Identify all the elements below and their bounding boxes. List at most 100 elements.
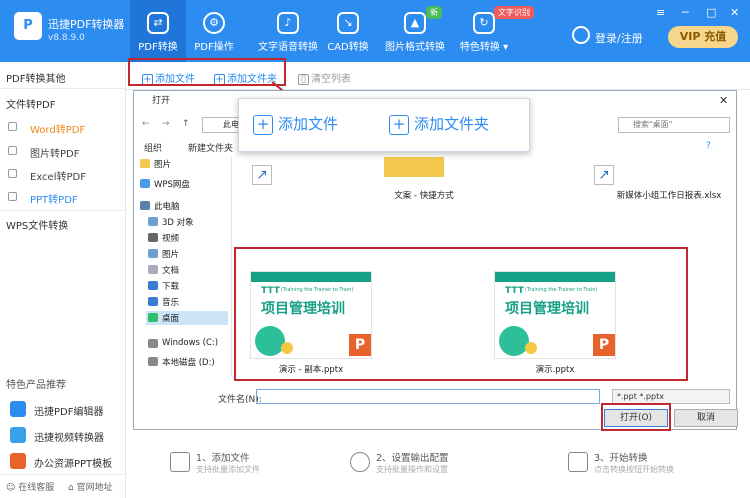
- tree-item[interactable]: 图片: [162, 248, 179, 260]
- zoom-callout: + 添加文件 + 添加文件夹: [238, 98, 530, 152]
- computer-icon: [140, 201, 150, 210]
- folder-plus-icon: +: [389, 114, 409, 135]
- tree-item[interactable]: Windows (C:): [162, 338, 218, 348]
- sidebar-item-ppt[interactable]: PPT转PDF: [30, 191, 78, 206]
- special-icon: ↻: [473, 12, 495, 34]
- minimize-icon[interactable]: ─: [682, 6, 689, 19]
- tree-item[interactable]: 本地磁盘 (D:): [162, 356, 215, 368]
- recommend-heading: 特色产品推荐: [6, 380, 66, 391]
- top-bar: P 迅捷PDF转换器 v8.8.9.0 ⇄ PDF转换 ⚙ PDF操作 ♪ 文字语音转…: [0, 0, 750, 62]
- filename-input[interactable]: [256, 389, 600, 404]
- app-name: 迅捷PDF转换器: [48, 18, 125, 31]
- ppt-icon: [8, 192, 17, 201]
- organize-button[interactable]: 组织: [144, 141, 162, 154]
- vip-button[interactable]: VIP 充值: [668, 26, 738, 48]
- tree-item[interactable]: 此电脑: [154, 200, 180, 212]
- new-folder-button[interactable]: 新建文件夹: [188, 141, 233, 154]
- highlight-ppt-files: [234, 247, 688, 381]
- product-pdf-editor[interactable]: 迅捷PDF编辑器: [6, 396, 124, 422]
- add-file-icon: [170, 452, 190, 472]
- file-xlsx[interactable]: 新媒体小组工作日报表.xlsx: [604, 189, 734, 201]
- new-badge: 新: [426, 6, 442, 19]
- maximize-icon[interactable]: □: [706, 6, 716, 19]
- sidebar-item-image[interactable]: 图片转PDF: [30, 145, 79, 160]
- drive-icon: [148, 339, 158, 348]
- tree-item[interactable]: 音乐: [162, 296, 179, 308]
- plus-icon: +: [253, 114, 273, 135]
- tree-selected-bg: [146, 311, 228, 325]
- filetype-select[interactable]: *.ppt *.pptx: [612, 389, 730, 404]
- cancel-button[interactable]: 取消: [674, 409, 738, 427]
- divider: [0, 88, 126, 89]
- gear-icon: ⚙: [203, 12, 225, 34]
- online-service-link[interactable]: ☺ 在线客服: [6, 480, 54, 493]
- menu-icon[interactable]: ≡: [656, 6, 665, 19]
- folder-thumb: [384, 157, 444, 177]
- up-icon[interactable]: ↑: [182, 119, 190, 129]
- nav-pdf-operate[interactable]: ⚙ PDF操作: [188, 0, 240, 62]
- settings-icon: [350, 452, 370, 472]
- audio-icon: ♪: [277, 12, 299, 34]
- tree-item[interactable]: WPS网盘: [154, 178, 190, 190]
- document-icon: [148, 265, 158, 274]
- convert-icon: [568, 452, 588, 472]
- step-2-sub: 支持批量操作和设置: [376, 465, 448, 474]
- step-1-title: 1、添加文件: [196, 453, 250, 464]
- step-2-title: 2、设置输出配置: [376, 453, 449, 464]
- ocr-badge: 文字识别: [494, 6, 534, 19]
- zoom-add-file: + 添加文件: [253, 113, 338, 135]
- tree-item[interactable]: 图片: [154, 158, 171, 170]
- pdf-editor-icon: [10, 401, 26, 417]
- step-3-sub: 点击转换按钮开始转换: [594, 465, 674, 474]
- product-ppt-template[interactable]: 办公资源PPT模板: [6, 448, 124, 474]
- cad-icon: ↘: [337, 12, 359, 34]
- swap-icon: ⇄: [147, 12, 169, 34]
- forward-icon[interactable]: →: [162, 119, 170, 129]
- drive-icon: [148, 357, 158, 366]
- sidebar-group-file-to-pdf[interactable]: 文件转PDF: [6, 96, 55, 111]
- product-video-converter[interactable]: 迅捷视频转换器: [6, 422, 124, 448]
- picture-icon: [148, 249, 158, 258]
- sidebar-group-pdf-other[interactable]: PDF转换其他: [6, 70, 65, 85]
- steps-bar: 1、添加文件 支持批量添加文件 2、设置输出配置 支持批量操作和设置 3、开始转…: [126, 440, 750, 498]
- cloud-icon: [140, 179, 150, 188]
- sidebar-group-wps[interactable]: WPS文件转换: [6, 217, 68, 232]
- divider: [0, 474, 126, 475]
- download-icon: [148, 281, 158, 290]
- app-logo: P: [14, 12, 42, 40]
- app-version: v8.8.9.0: [48, 33, 85, 43]
- excel-icon: [8, 169, 17, 178]
- tree-item[interactable]: 文档: [162, 264, 179, 276]
- sidebar-item-excel[interactable]: Excel转PDF: [30, 168, 86, 183]
- dialog-close-icon[interactable]: ✕: [719, 94, 728, 107]
- login-link[interactable]: 登录/注册: [595, 30, 643, 46]
- close-icon[interactable]: ✕: [730, 6, 739, 19]
- music-icon: [148, 297, 158, 306]
- sidebar-item-word[interactable]: Word转PDF: [30, 121, 85, 136]
- highlight-open-button: [601, 403, 671, 431]
- nav-text-speech[interactable]: ♪ 文字语音转换: [250, 0, 326, 62]
- tree-item-desktop[interactable]: 桌面: [162, 312, 179, 324]
- tree-item[interactable]: 视频: [162, 232, 179, 244]
- tree-item[interactable]: 下载: [162, 280, 179, 292]
- back-icon[interactable]: ←: [142, 119, 150, 129]
- tree-item[interactable]: 3D 对象: [162, 216, 194, 228]
- clear-list-button[interactable]: ▯ 清空列表: [298, 70, 351, 85]
- image-icon: ▲: [404, 12, 426, 34]
- shortcut-icon: ↗: [252, 165, 272, 185]
- zoom-add-folder: + 添加文件夹: [389, 113, 489, 135]
- word-icon: [8, 122, 17, 131]
- user-icon[interactable]: [572, 26, 590, 44]
- step-3-title: 3、开始转换: [594, 453, 648, 464]
- help-icon[interactable]: ?: [706, 141, 711, 151]
- search-input[interactable]: 搜索"桌面": [618, 117, 730, 133]
- desktop-icon: [148, 313, 158, 322]
- file-shortcut[interactable]: 文案 - 快捷方式: [354, 189, 494, 201]
- image-icon: [8, 146, 17, 155]
- video-icon: [148, 233, 158, 242]
- official-site-link[interactable]: ⌂ 官网地址: [68, 480, 113, 493]
- nav-pdf-convert[interactable]: ⇄ PDF转换: [130, 0, 186, 62]
- step-1-sub: 支持批量添加文件: [196, 465, 260, 474]
- video-converter-icon: [10, 427, 26, 443]
- nav-cad[interactable]: ↘ CAD转换: [326, 0, 370, 62]
